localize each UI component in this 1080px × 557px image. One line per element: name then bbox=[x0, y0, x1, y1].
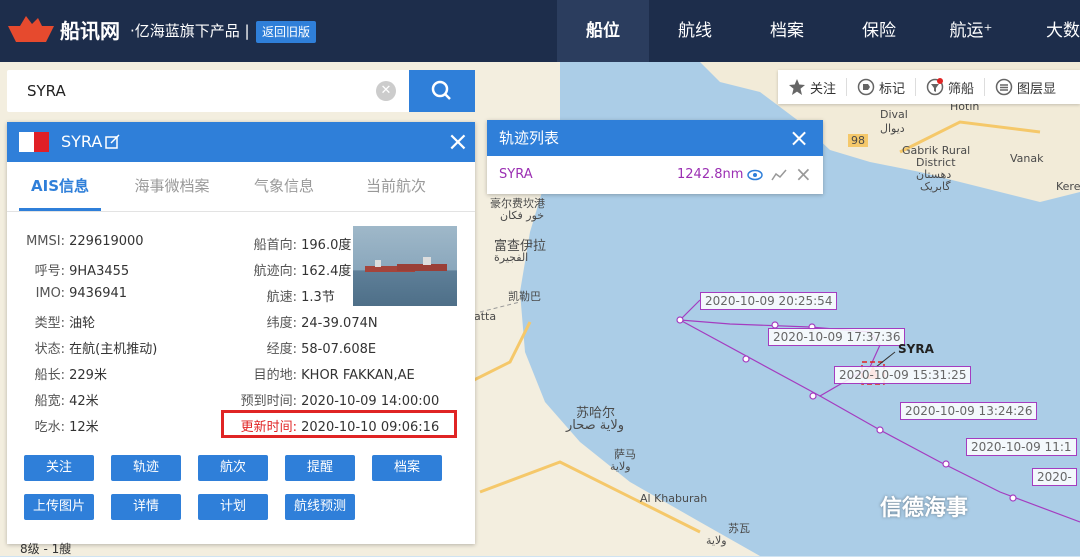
field-eta: 预到时间: 2020-10-09 14:00:00 bbox=[240, 394, 440, 409]
archive-button[interactable]: 档案 bbox=[372, 455, 442, 481]
track-list-title: 轨迹列表 bbox=[499, 129, 560, 147]
panel-header: SYRA × bbox=[7, 122, 475, 162]
field-speed: 航速: 1.3节 bbox=[266, 290, 335, 305]
map-label: Vanak bbox=[1010, 152, 1044, 165]
map-label: ولاية bbox=[610, 460, 631, 473]
ship-label[interactable]: SYRA bbox=[898, 342, 934, 356]
map-label: 凯勒巴 bbox=[508, 290, 541, 303]
track-point-label[interactable]: 2020-10-09 11:1 bbox=[966, 438, 1077, 456]
close-icon[interactable]: × bbox=[447, 129, 469, 155]
field-callsign: 呼号: 9HA3455 bbox=[34, 264, 130, 279]
track-ship-name: SYRA bbox=[499, 167, 533, 182]
search-icon bbox=[431, 80, 451, 100]
map-label: دیوال bbox=[880, 122, 905, 135]
field-type: 类型: 油轮 bbox=[34, 316, 96, 331]
mark-tool[interactable]: 标记 bbox=[857, 78, 905, 97]
field-length: 船长: 229米 bbox=[34, 368, 107, 383]
map-label: atta bbox=[474, 310, 497, 323]
edit-icon[interactable] bbox=[105, 134, 121, 150]
tab-weather[interactable]: 气象信息 bbox=[235, 162, 333, 211]
track-button[interactable]: 轨迹 bbox=[111, 455, 181, 481]
map-label: خور فكان bbox=[500, 209, 545, 222]
nav-bigdata[interactable]: 大数 bbox=[1017, 0, 1080, 62]
map-label: ولاية صحار bbox=[566, 418, 625, 433]
track-point-label[interactable]: 2020-10-09 13:24:26 bbox=[900, 402, 1038, 420]
nav-archive[interactable]: 档案 bbox=[741, 0, 833, 62]
follow-tool[interactable]: 关注 bbox=[788, 78, 836, 97]
search-value[interactable]: SYRA bbox=[27, 70, 66, 112]
tab-maritime-archive[interactable]: 海事微档案 bbox=[123, 162, 221, 211]
map-label: Dival bbox=[880, 108, 908, 121]
field-mmsi: MMSI: 229619000 bbox=[26, 234, 144, 249]
delete-icon[interactable]: × bbox=[795, 163, 812, 185]
search-button[interactable] bbox=[409, 70, 475, 112]
watermark: 信德海事 bbox=[880, 496, 969, 521]
field-draught: 吃水: 12米 bbox=[34, 420, 99, 435]
map-toolbar: 关注 标记 筛船 图层显 bbox=[778, 70, 1080, 104]
remind-button[interactable]: 提醒 bbox=[285, 455, 355, 481]
track-point-label[interactable]: 2020-10-09 17:37:36 bbox=[768, 328, 906, 346]
star-icon bbox=[789, 79, 805, 95]
ship-info-panel: SYRA × AIS信息 海事微档案 气象信息 当前航次 MMSI: 22961… bbox=[7, 122, 475, 544]
main-nav: 船位 航线 档案 保险 航运⁺ 大数 bbox=[557, 0, 1080, 62]
map-label: الفجيرة bbox=[494, 251, 529, 264]
map-label: ولاية bbox=[706, 534, 727, 547]
clear-icon[interactable]: ✕ bbox=[376, 81, 396, 101]
field-heading: 船首向: 196.0度 bbox=[253, 238, 352, 253]
ship-photo[interactable] bbox=[353, 226, 457, 306]
chart-icon[interactable] bbox=[771, 168, 787, 182]
route-forecast-button[interactable]: 航线预测 bbox=[285, 494, 355, 520]
close-icon[interactable]: × bbox=[789, 125, 809, 151]
layers-tool[interactable]: 图层显 bbox=[995, 78, 1056, 97]
map-label: 苏瓦 bbox=[728, 522, 750, 535]
top-bar: 船讯网 ·亿海蓝旗下产品 | 返回旧版 船位 航线 档案 保险 航运⁺ 大数 bbox=[0, 0, 1080, 62]
tab-current-voyage[interactable]: 当前航次 bbox=[347, 162, 445, 211]
track-point-label[interactable]: 2020-10-09 15:31:25 bbox=[834, 366, 972, 384]
layers-icon bbox=[995, 78, 1013, 96]
upload-photo-button[interactable]: 上传图片 bbox=[24, 494, 94, 520]
field-course: 航迹向: 162.4度 bbox=[253, 264, 352, 279]
track-point-label[interactable]: 2020- bbox=[1032, 468, 1077, 486]
brand-name[interactable]: 船讯网 bbox=[60, 14, 120, 48]
nav-insurance[interactable]: 保险 bbox=[833, 0, 925, 62]
map-label: گابریک bbox=[920, 180, 951, 193]
malta-flag-icon bbox=[19, 132, 49, 152]
boat-logo-icon[interactable] bbox=[6, 14, 56, 46]
track-distance: 1242.8nm bbox=[677, 167, 744, 182]
nav-position[interactable]: 船位 bbox=[557, 0, 649, 62]
follow-button[interactable]: 关注 bbox=[24, 455, 94, 481]
track-row[interactable]: SYRA 1242.8nm × bbox=[487, 156, 823, 194]
track-point-label[interactable]: 2020-10-09 20:25:54 bbox=[700, 292, 838, 310]
highlight-box bbox=[221, 410, 457, 438]
nav-routes[interactable]: 航线 bbox=[649, 0, 741, 62]
tab-ais-info[interactable]: AIS信息 bbox=[19, 162, 101, 211]
plan-button[interactable]: 计划 bbox=[198, 494, 268, 520]
details-button[interactable]: 详情 bbox=[111, 494, 181, 520]
panel-tabs: AIS信息 海事微档案 气象信息 当前航次 bbox=[7, 162, 475, 212]
field-longitude: 经度: 58-07.608E bbox=[266, 342, 377, 357]
filter-icon bbox=[926, 78, 944, 96]
track-list-header: 轨迹列表 × bbox=[487, 120, 823, 156]
field-beam: 船宽: 42米 bbox=[34, 394, 99, 409]
map-label: Al Khaburah bbox=[640, 492, 708, 505]
ship-name: SYRA bbox=[61, 132, 103, 151]
search-input[interactable]: SYRA ✕ bbox=[7, 70, 409, 112]
map-label: 98 bbox=[848, 134, 868, 147]
field-latitude: 纬度: 24-39.074N bbox=[266, 316, 378, 331]
scale-indicator: 8级 - 1艘 bbox=[20, 542, 72, 556]
filter-tool[interactable]: 筛船 bbox=[926, 78, 974, 97]
map-label: Kere bbox=[1056, 180, 1080, 193]
field-status: 状态: 在航(主机推动) bbox=[34, 342, 158, 357]
nav-shipping[interactable]: 航运⁺ bbox=[925, 0, 1017, 62]
tag-icon bbox=[857, 78, 875, 96]
brand-subtitle: ·亿海蓝旗下产品 | bbox=[130, 22, 250, 40]
voyage-button[interactable]: 航次 bbox=[198, 455, 268, 481]
track-list-panel: 轨迹列表 × SYRA 1242.8nm × bbox=[487, 120, 823, 194]
eye-icon[interactable] bbox=[747, 169, 763, 181]
field-destination: 目的地: KHOR FAKKAN,AE bbox=[253, 368, 415, 383]
field-imo: IMO: 9436941 bbox=[35, 286, 128, 301]
old-version-button[interactable]: 返回旧版 bbox=[256, 21, 317, 43]
